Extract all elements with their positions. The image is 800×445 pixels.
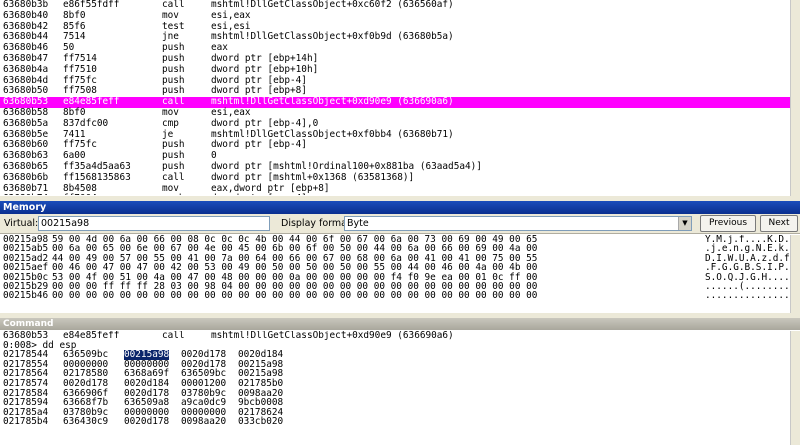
instruction-row[interactable]: 63680b46 50 push eax	[0, 42, 790, 54]
instruction-row[interactable]: 63680b6b ff1568135863 call dword ptr [mshtm…	[0, 171, 790, 184]
dump-dword: 636430c9	[63, 416, 109, 428]
dump-dword: 0020d178	[124, 416, 170, 428]
instruction-row[interactable]: 63680b74 ff7004 push dword ptr [eax+4]	[0, 194, 790, 195]
instruction-row[interactable]: 63680b71 8b4508 mov eax,dword ptr [ebp+8]	[0, 183, 790, 195]
memory-scrollbar[interactable]	[790, 235, 800, 313]
dump-dword: 033cb020	[238, 416, 284, 428]
instruction-address: 63680b6b	[3, 171, 49, 183]
memory-ascii: .............................	[705, 290, 790, 302]
instruction-row[interactable]: 63680b5a 837dfc00 cmp dword ptr [ebp-4],0	[0, 117, 790, 130]
instruction-row[interactable]: 63680b4d ff75fc push dword ptr [ebp-4]	[0, 75, 790, 87]
display-format-label: Display format:	[281, 218, 354, 229]
instruction-bytes: ff7004	[63, 194, 97, 195]
current-instruction: 63680b53 e84e85feff call mshtml!DllGetCl…	[0, 331, 790, 341]
instruction-mnemonic: cmp	[162, 117, 179, 129]
virtual-address-input[interactable]: 00215a98	[38, 216, 270, 231]
instruction-row[interactable]: 63680b44 7514 jne mshtml!DllGetClassObject+…	[0, 32, 790, 43]
dump-dword: 0098aa20	[181, 416, 227, 428]
command-window-title: Command	[0, 318, 800, 330]
instruction-operand: esi,eax	[211, 9, 251, 21]
disassembly-scrollbar[interactable]	[790, 0, 800, 200]
dword-dump-row: 02178584 6366906f 0020d178 03780b9c 0098aa20	[0, 388, 790, 399]
display-format-select[interactable]: Byte ▼	[344, 216, 692, 231]
instruction-operand: mshtml!DllGetClassObject+0xf0b9d (63680b…	[211, 31, 454, 43]
memory-toolbar: Virtual: 00215a98 Display format: Byte ▼…	[0, 214, 800, 234]
instruction-row[interactable]: 63680b4a ff7510 push dword ptr [ebp+10h]	[0, 63, 790, 76]
command-scrollbar[interactable]	[790, 331, 800, 445]
instruction-operand: dword ptr [mshtml+0x1368 (63581368)]	[211, 171, 415, 183]
dword-dump-row: 02178594 63668f7b 636509a8 a9ca0dc9 9bcb0008	[0, 398, 790, 408]
memory-row: 00215b46 00 00 00 00 00 00 00 00 00 00 00…	[0, 290, 790, 302]
instruction-address: 63680b74	[3, 194, 48, 195]
instruction-address: 63680b4a	[3, 63, 49, 75]
dword-dump-row: 021785a4 03780b9c 00000000 00000000 02178624	[0, 408, 790, 418]
instruction-bytes: 837dfc00	[63, 117, 109, 129]
highlighted-instruction-row[interactable]: 63680b53 e84e85feff call mshtml!DllGetClass…	[0, 96, 790, 108]
dump-address: 021785b4	[3, 416, 49, 428]
dword-dump-row: 02178564 02178580 6368a69f 636509bc 00215a98	[0, 369, 790, 379]
instruction-row[interactable]: 63680b40 8bf0 mov esi,eax	[0, 9, 790, 22]
instruction-bytes: 8bf0	[63, 9, 86, 21]
instruction-mnemonic: push	[162, 63, 185, 75]
disassembly-pane[interactable]: 63680b3b e86f55fdff call mshtml!DllGetClass…	[0, 0, 790, 195]
instruction-bytes: ff1568135863	[63, 171, 131, 183]
instruction-operand: dword ptr [ebp-4],0	[211, 117, 319, 129]
instruction-mnemonic: call	[162, 331, 185, 341]
previous-button[interactable]: Previous	[700, 215, 756, 232]
dword-dump-row: 02178574 0020d178 0020d184 00001200 021785b0	[0, 379, 790, 389]
memory-dump[interactable]: 00215a98 59 00 4d 00 6a 00 66 00 08 0c 0c…	[0, 235, 790, 313]
instruction-operand: dword ptr [ebp+10h]	[211, 63, 319, 75]
display-format-value: Byte	[347, 218, 369, 229]
instruction-operand: mshtml!DllGetClassObject+0xd90e9 (636690…	[211, 331, 454, 341]
instruction-bytes: ff7510	[63, 63, 97, 75]
memory-bytes: 00 00 00 00 00 00 00 00 00 00 00 00 00 0…	[52, 290, 538, 302]
command-prompt: 0:008> dd esp	[0, 340, 790, 351]
memory-window-title: Memory	[0, 201, 800, 214]
dword-dump-row: 02178544 636509bc 00215a98 0020d178 0020d184	[0, 350, 790, 360]
dword-dump-row: 021785b4 636430c9 0020d178 0098aa20 033cb020	[0, 417, 790, 427]
instruction-operand: dword ptr [eax+4]	[211, 194, 307, 195]
dword-dump-row: 02178554 00000000 00000000 0020d178 00215a98	[0, 360, 790, 370]
instruction-row[interactable]: 63680b58 8bf0 mov esi,eax	[0, 107, 790, 119]
virtual-label: Virtual:	[4, 218, 39, 229]
instruction-row[interactable]: 63680b47 ff7514 push dword ptr [ebp+14h]	[0, 53, 790, 65]
instruction-mnemonic: push	[162, 194, 185, 195]
instruction-address: 63680b5a	[3, 117, 49, 129]
instruction-mnemonic: call	[162, 171, 185, 183]
instruction-row[interactable]: 63680b5e 7411 je mshtml!DllGetClassObject+0…	[0, 129, 790, 141]
chevron-down-icon[interactable]: ▼	[678, 217, 691, 230]
memory-address: 00215b46	[3, 290, 49, 302]
instruction-mnemonic: mov	[162, 9, 179, 21]
command-output[interactable]: 63680b53 e84e85feff call mshtml!DllGetCl…	[0, 331, 790, 445]
instruction-address: 63680b40	[3, 9, 49, 21]
next-button[interactable]: Next	[760, 215, 798, 232]
instruction-operand: dword ptr [ebp-4]	[211, 139, 307, 151]
instruction-row[interactable]: 63680b3b e86f55fdff call mshtml!DllGetClass…	[0, 0, 790, 11]
instruction-row[interactable]: 63680b60 ff75fc push dword ptr [ebp-4]	[0, 140, 790, 151]
